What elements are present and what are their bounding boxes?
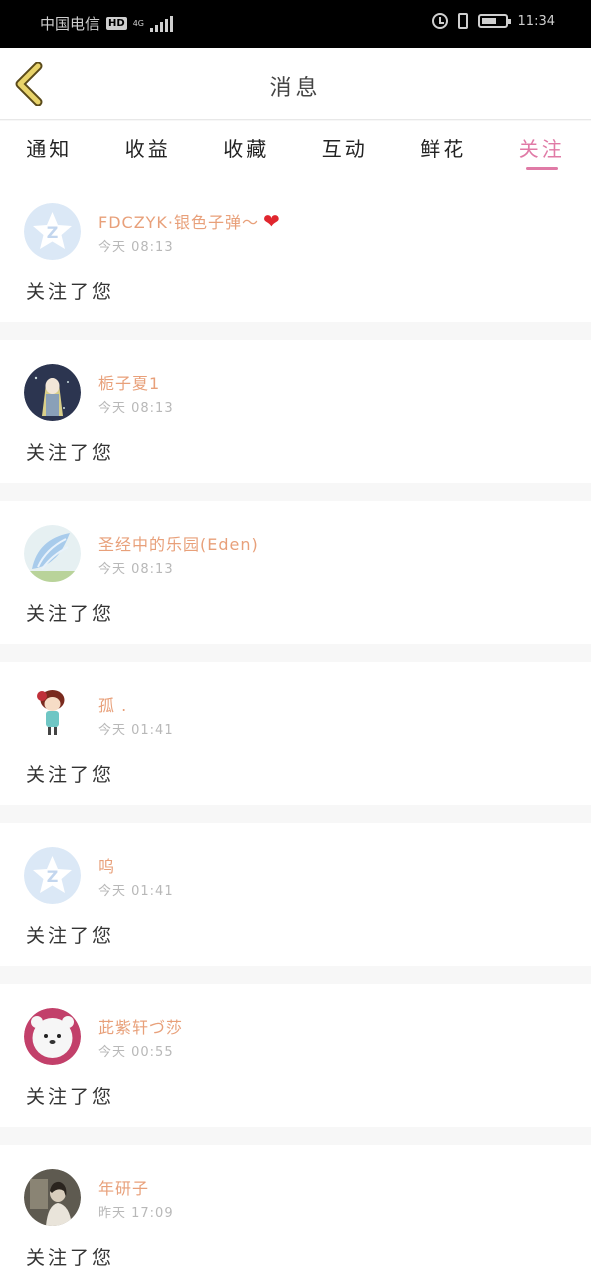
- message-text: 关注了您: [26, 442, 115, 464]
- status-bar-left: 中国电信 HD 4G: [40, 13, 173, 34]
- avatar[interactable]: [24, 686, 81, 743]
- tab-interaction[interactable]: 互动: [296, 121, 395, 179]
- list-item[interactable]: Z FDCZYK·银色子弹～ ❤ 今天 08:13 关注了您: [0, 179, 591, 322]
- list-item[interactable]: 年研子 昨天 17:09 关注了您: [0, 1145, 591, 1280]
- timestamp: 昨天 17:09: [98, 1206, 174, 1221]
- list-item[interactable]: 孤 . 今天 01:41 关注了您: [0, 662, 591, 805]
- tab-favorites[interactable]: 收藏: [197, 121, 296, 179]
- avatar[interactable]: Z: [24, 847, 81, 904]
- tab-notice[interactable]: 通知: [0, 121, 99, 179]
- carrier-label: 中国电信: [40, 15, 101, 33]
- timestamp: 今天 01:41: [98, 884, 174, 899]
- anime-girl-avatar-icon: [24, 364, 81, 421]
- list-item[interactable]: 栀子夏1 今天 08:13 关注了您: [0, 340, 591, 483]
- vibrate-icon: [457, 13, 468, 29]
- tab-flowers[interactable]: 鲜花: [394, 121, 493, 179]
- message-text: 关注了您: [26, 1247, 115, 1269]
- list-item[interactable]: 圣经中的乐园(Eden) 今天 08:13 关注了您: [0, 501, 591, 644]
- blue-wing-avatar-icon: [24, 525, 81, 582]
- message-text: 关注了您: [26, 603, 115, 625]
- signal-icon: [149, 15, 173, 32]
- tab-bar: 通知 收益 收藏 互动 鲜花 关注: [0, 121, 591, 179]
- message-text: 关注了您: [26, 764, 115, 786]
- alarm-icon: [431, 13, 448, 29]
- cartoon-girl-avatar-icon: [24, 686, 81, 743]
- user-name[interactable]: FDCZYK·银色子弹～ ❤: [98, 209, 281, 233]
- avatar[interactable]: [24, 364, 81, 421]
- user-name[interactable]: 栀子夏1: [98, 370, 160, 394]
- user-name[interactable]: 孤 .: [98, 692, 127, 716]
- photo-avatar-icon: [24, 1169, 81, 1226]
- tab-earnings[interactable]: 收益: [99, 121, 198, 179]
- list-item[interactable]: Z 呜 今天 01:41 关注了您: [0, 823, 591, 966]
- timestamp: 今天 01:41: [98, 723, 174, 738]
- avatar[interactable]: [24, 1008, 81, 1065]
- user-name-text: FDCZYK·银色子弹～: [98, 213, 260, 232]
- message-text: 关注了您: [26, 925, 115, 947]
- user-name[interactable]: 茈紫轩づ莎: [98, 1014, 183, 1038]
- list-item[interactable]: 茈紫轩づ莎 今天 00:55 关注了您: [0, 984, 591, 1127]
- timestamp: 今天 00:55: [98, 1045, 174, 1060]
- message-text: 关注了您: [26, 1086, 115, 1108]
- avatar[interactable]: [24, 1169, 81, 1226]
- hd-badge: HD: [106, 17, 127, 30]
- timestamp: 今天 08:13: [98, 240, 174, 255]
- svg-text:Z: Z: [47, 223, 59, 242]
- tab-following[interactable]: 关注: [493, 121, 591, 179]
- page-title: 消息: [269, 76, 322, 101]
- user-name[interactable]: 呜: [98, 853, 115, 877]
- timestamp: 今天 08:13: [98, 562, 174, 577]
- network-type-label: 4G: [132, 18, 144, 28]
- default-qzone-avatar-icon: Z: [24, 847, 81, 904]
- avatar[interactable]: [24, 525, 81, 582]
- user-name[interactable]: 年研子: [98, 1175, 149, 1199]
- status-bar: 中国电信 HD 4G 11:34: [0, 0, 591, 48]
- user-name[interactable]: 圣经中的乐园(Eden): [98, 531, 259, 555]
- battery-icon: [477, 14, 511, 28]
- clock-label: 11:34: [517, 13, 555, 29]
- message-text: 关注了您: [26, 281, 115, 303]
- nav-bar: 消息: [0, 48, 591, 120]
- white-plush-avatar-icon: [24, 1008, 81, 1065]
- heart-icon: ❤: [263, 209, 281, 233]
- timestamp: 今天 08:13: [98, 401, 174, 416]
- avatar[interactable]: Z: [24, 203, 81, 260]
- default-qzone-avatar-icon: Z: [24, 203, 81, 260]
- status-bar-right: 11:34: [431, 13, 555, 29]
- message-list: Z FDCZYK·银色子弹～ ❤ 今天 08:13 关注了您 栀子夏1 今天 08…: [0, 179, 591, 1280]
- svg-text:Z: Z: [47, 867, 59, 886]
